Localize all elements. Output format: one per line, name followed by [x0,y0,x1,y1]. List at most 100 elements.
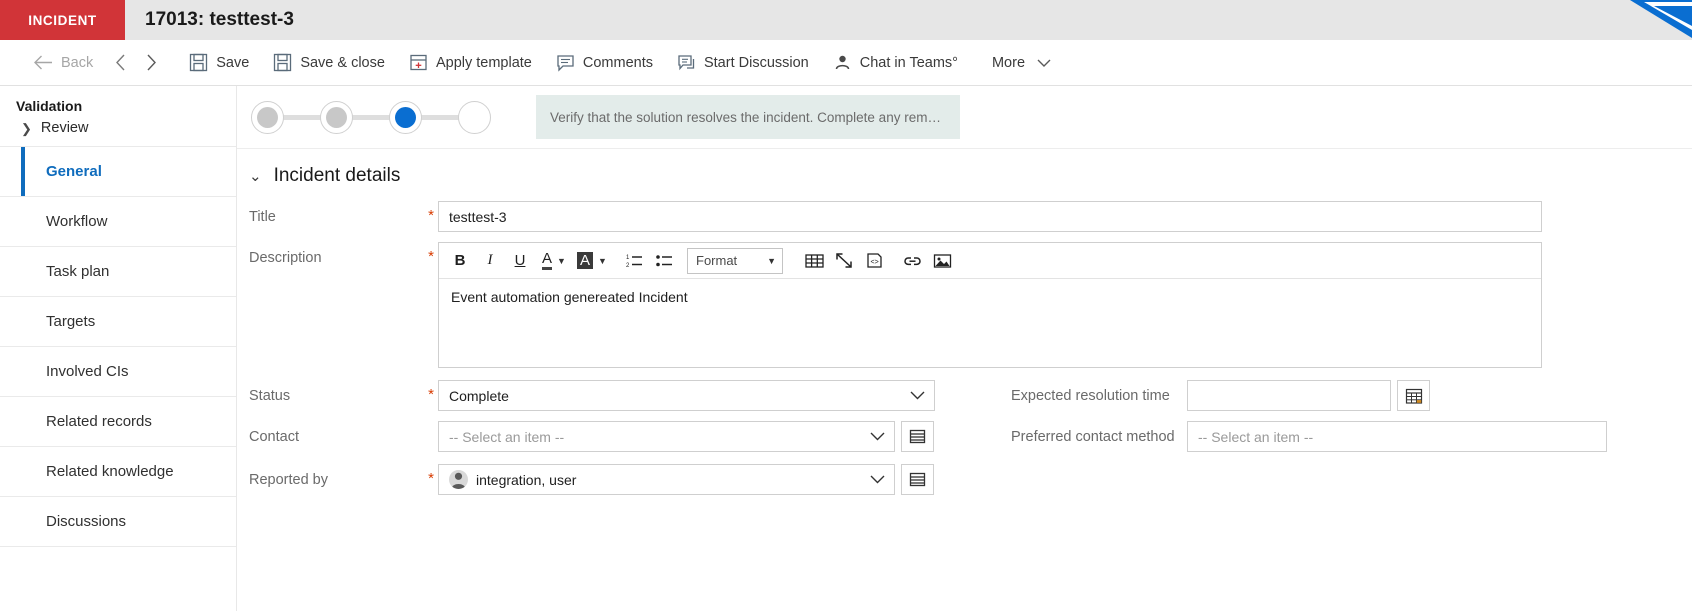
contact-dropdown[interactable]: -- Select an item -- [438,421,895,452]
left-navigation: Validation ❯ Review General Workflow Tas… [0,86,237,611]
table-icon [804,253,824,268]
contact-label: Contact [249,429,299,445]
validation-heading: Validation [16,98,83,114]
title-bar: INCIDENT 17013: testtest-3 [0,0,1692,40]
save-and-close-label: Save & close [300,54,385,71]
more-commands-button[interactable]: More [980,40,1063,86]
incident-details-section-header[interactable]: ⌄ Incident details [237,148,1692,201]
chevron-down-icon: ▼ [767,255,776,266]
insert-image-button[interactable] [927,247,957,275]
title-required-marker: * [428,207,434,224]
incident-details-form: Title * testtest-3 Description * B I U A… [237,201,1692,495]
nav-label: Related knowledge [46,463,174,480]
insert-link-button[interactable] [897,247,927,275]
nav-label: Related records [46,413,152,430]
chevron-down-icon: ▼ [557,255,566,266]
stepper-callout: Verify that the solution resolves the in… [536,95,960,139]
arrow-left-icon [34,55,52,70]
expected-resolution-input[interactable] [1187,380,1391,411]
reported-by-control: integration, user [438,464,934,495]
next-record-button[interactable] [136,40,167,86]
reported-by-required-marker: * [428,470,434,487]
format-dropdown[interactable]: Format ▼ [687,247,783,274]
italic-button[interactable]: I [475,247,505,275]
font-color-button[interactable]: A ▼ [535,247,573,275]
sidebar-item-targets[interactable]: Targets [0,297,236,347]
section-title: Incident details [273,165,401,186]
review-expander[interactable]: ❯ Review [0,114,236,146]
save-and-close-button[interactable]: Save & close [261,40,397,86]
sidebar-item-task-plan[interactable]: Task plan [0,247,236,297]
bullet-list-icon [655,255,672,267]
numbered-list-button[interactable]: 1 2 [619,247,649,275]
sidebar-item-related-knowledge[interactable]: Related knowledge [0,447,236,497]
maximize-button[interactable] [829,247,859,275]
back-button[interactable]: Back [22,40,105,86]
chevron-left-icon [116,54,125,71]
contact-lookup-button[interactable] [901,421,934,452]
sidebar-item-workflow[interactable]: Workflow [0,197,236,247]
chevron-right-icon: ❯ [21,120,32,136]
expected-resolution-calendar-button[interactable] [1397,380,1430,411]
title-input[interactable]: testtest-3 [438,201,1542,232]
reported-by-label: Reported by [249,472,328,488]
stepper-step-1[interactable] [251,100,284,134]
sidebar-item-general[interactable]: General [0,147,236,197]
chat-in-teams-button[interactable]: Chat in Teams° [821,40,970,86]
status-required-marker: * [428,386,434,403]
font-color-letter: A [542,251,553,270]
maximize-icon [836,253,852,268]
insert-table-button[interactable] [799,247,829,275]
start-discussion-button[interactable]: Start Discussion [665,40,821,86]
record-type-badge: INCIDENT [0,0,125,40]
page-body: Validation ❯ Review General Workflow Tas… [0,86,1692,611]
start-discussion-label: Start Discussion [703,54,809,71]
reported-by-dropdown[interactable]: integration, user [438,464,895,495]
command-bar: Back Save Save & close Apply template Co… [0,40,1692,86]
chevron-right-icon [147,54,157,71]
title-row: Title * testtest-3 [249,201,1692,232]
nav-label: Discussions [46,513,127,530]
save-button[interactable]: Save [177,40,261,86]
stepper-connector [420,114,460,120]
contact-required-marker: * [424,421,438,444]
discussion-icon [678,55,695,71]
chevron-down-icon: ▼ [598,255,607,266]
description-row: Description * B I U A ▼ A ▼ 1 2 Format ▼… [249,242,1692,368]
bullet-list-button[interactable] [649,247,679,275]
sidebar-item-discussions[interactable]: Discussions [0,497,236,547]
lookup-icon [909,472,926,487]
stepper-step-4[interactable] [458,100,491,134]
nav-label: Workflow [46,213,108,230]
previous-record-button[interactable] [105,40,136,86]
stepper-step-2[interactable] [320,100,353,134]
highlight-color-button[interactable]: A ▼ [573,247,611,275]
nav-list: General Workflow Task plan Targets Invol… [0,146,236,547]
sidebar-item-related-records[interactable]: Related records [0,397,236,447]
contact-placeholder: -- Select an item -- [449,428,565,445]
title-label: Title [249,209,276,225]
stepper-step-3[interactable] [389,100,422,134]
source-code-icon: <> [866,253,882,268]
source-code-button[interactable]: <> [859,247,889,275]
status-dropdown[interactable]: Complete [438,380,935,411]
comments-button[interactable]: Comments [544,40,665,86]
bold-button[interactable]: B [445,247,475,275]
reported-by-lookup-button[interactable] [901,464,934,495]
chevron-down-icon [1037,59,1051,67]
comment-icon [557,55,574,72]
svg-text:2: 2 [626,263,630,268]
preferred-contact-placeholder: -- Select an item -- [1198,428,1314,445]
apply-template-button[interactable]: Apply template [397,40,544,86]
underline-button[interactable]: U [505,247,535,275]
reported-by-row: Reported by * integration, user [249,464,1692,495]
expected-resolution-group: Expected resolution time [1011,380,1430,411]
nav-label: Targets [46,313,96,330]
save-icon [190,53,208,72]
description-editor-body[interactable]: Event automation genereated Incident [439,279,1541,367]
status-row: Status * Complete Expected resolution ti… [249,380,1692,411]
preferred-contact-dropdown[interactable]: -- Select an item -- [1187,421,1607,452]
sidebar-item-involved-cis[interactable]: Involved CIs [0,347,236,397]
progress-stepper-zone: Verify that the solution resolves the in… [237,86,1692,148]
editor-toolbar: B I U A ▼ A ▼ 1 2 Format ▼ <> [439,243,1541,279]
